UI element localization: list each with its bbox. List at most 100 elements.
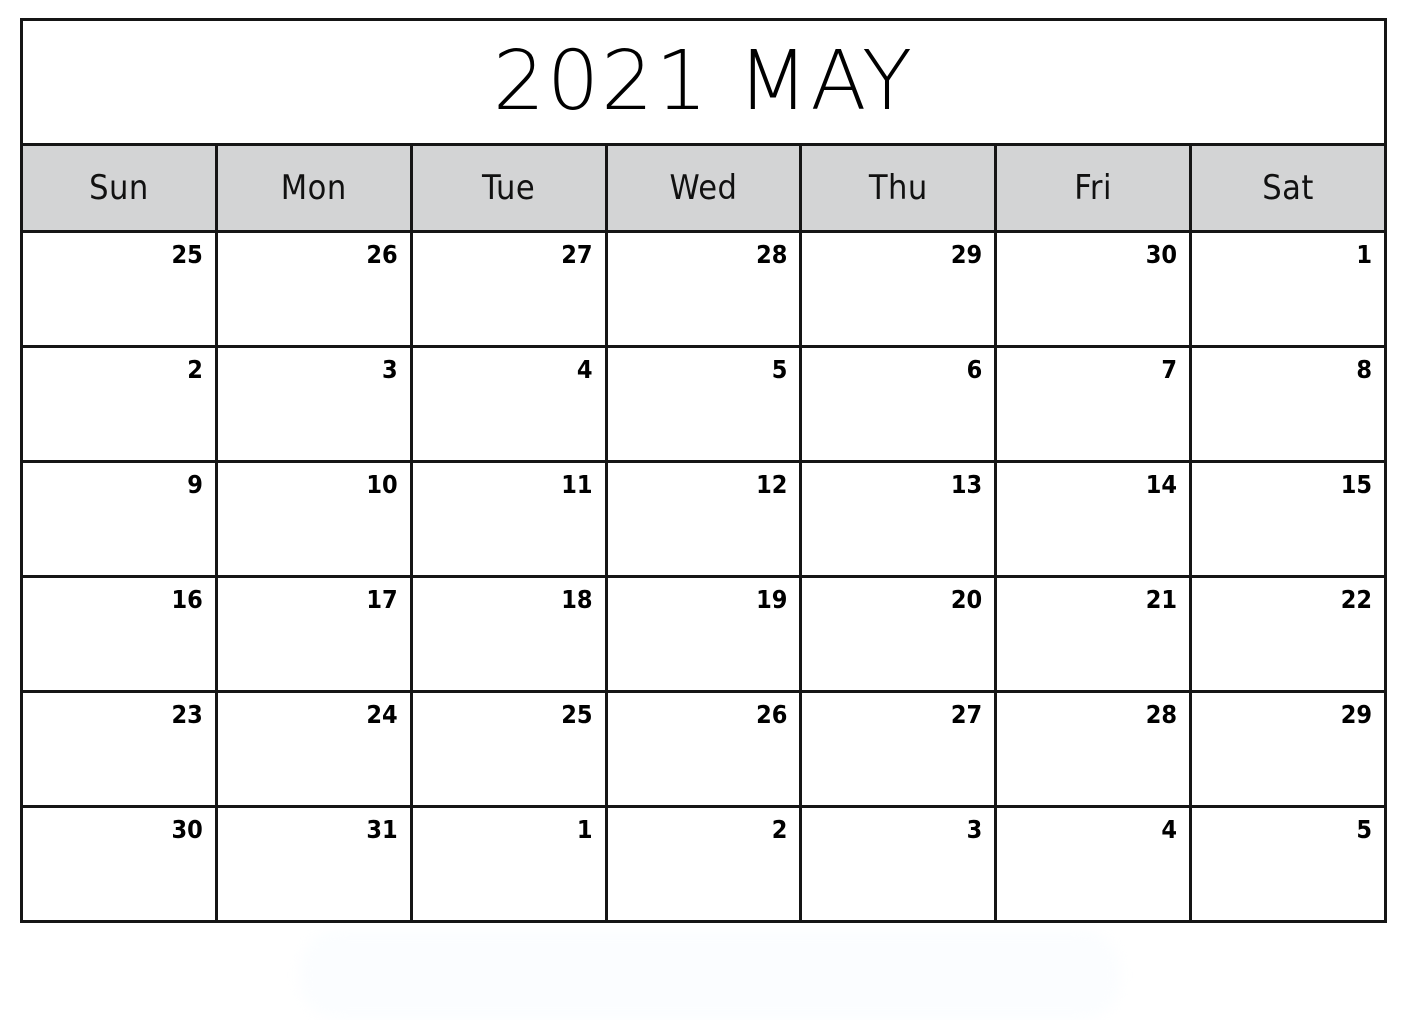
day-cell[interactable]: 26	[604, 690, 803, 808]
weekday-header-thu: Thu	[799, 143, 998, 233]
day-number: 7	[1161, 355, 1178, 384]
day-cell[interactable]: 22	[1189, 575, 1387, 693]
calendar-week-row: 16 17 18 19 20 21 22	[20, 575, 1387, 693]
day-cell[interactable]: 27	[409, 230, 608, 348]
day-number: 28	[756, 240, 788, 269]
day-number: 31	[366, 815, 398, 844]
day-cell[interactable]: 29	[1189, 690, 1387, 808]
day-number: 4	[576, 355, 593, 384]
day-number: 10	[366, 470, 398, 499]
page-title-cell: 2021 MAY	[21, 19, 1386, 146]
calendar-week-row: 25 26 27 28 29 30 1	[20, 230, 1387, 348]
day-number: 16	[171, 585, 203, 614]
day-number: 27	[950, 700, 983, 729]
day-number: 20	[950, 585, 983, 614]
day-number: 19	[756, 585, 788, 614]
day-number: 1	[1356, 240, 1372, 269]
day-number: 1	[576, 815, 593, 844]
weekday-header-sat: Sat	[1189, 143, 1387, 233]
day-cell[interactable]: 3	[799, 805, 998, 923]
weekday-header-sun: Sun	[20, 143, 218, 233]
day-number: 27	[561, 240, 593, 269]
weekday-header-tue: Tue	[409, 143, 608, 233]
calendar-week-row: 30 31 1 2 3 4 5	[20, 805, 1387, 923]
calendar-title-row: 2021 MAY	[21, 19, 1386, 146]
day-number: 25	[171, 240, 203, 269]
day-cell[interactable]: 23	[20, 690, 218, 808]
day-number: 29	[1340, 700, 1372, 729]
day-cell[interactable]: 21	[994, 575, 1193, 693]
day-cell[interactable]: 4	[994, 805, 1193, 923]
page-title: 2021 MAY	[492, 34, 915, 129]
day-number: 30	[171, 815, 203, 844]
day-cell[interactable]: 13	[799, 460, 998, 578]
day-cell[interactable]: 5	[604, 345, 803, 463]
day-cell[interactable]: 25	[409, 690, 608, 808]
day-number: 5	[1356, 815, 1372, 844]
day-cell[interactable]: 8	[1189, 345, 1387, 463]
day-cell[interactable]: 27	[799, 690, 998, 808]
day-cell[interactable]: 16	[20, 575, 218, 693]
day-number: 13	[950, 470, 983, 499]
day-cell[interactable]: 14	[994, 460, 1193, 578]
calendar-week-row: 9 10 11 12 13 14 15	[20, 460, 1387, 578]
day-cell[interactable]: 9	[20, 460, 218, 578]
day-cell[interactable]: 18	[409, 575, 608, 693]
weekday-header-fri: Fri	[994, 143, 1193, 233]
day-number: 29	[950, 240, 983, 269]
day-number: 3	[966, 815, 983, 844]
day-cell[interactable]: 2	[604, 805, 803, 923]
day-cell[interactable]: 25	[20, 230, 218, 348]
day-cell[interactable]: 19	[604, 575, 803, 693]
day-number: 22	[1340, 585, 1372, 614]
day-cell[interactable]: 26	[214, 230, 413, 348]
weekday-header-mon: Mon	[214, 143, 413, 233]
day-cell[interactable]: 1	[409, 805, 608, 923]
day-cell[interactable]: 15	[1189, 460, 1387, 578]
day-number: 9	[187, 470, 203, 499]
calendar-week-row: 23 24 25 26 27 28 29	[20, 690, 1387, 808]
day-number: 12	[756, 470, 788, 499]
day-number: 26	[366, 240, 398, 269]
day-number: 28	[1145, 700, 1178, 729]
day-number: 8	[1356, 355, 1372, 384]
day-number: 4	[1161, 815, 1178, 844]
day-number: 5	[771, 355, 788, 384]
day-cell[interactable]: 7	[994, 345, 1193, 463]
day-cell[interactable]: 30	[20, 805, 218, 923]
day-number: 3	[382, 355, 398, 384]
day-number: 23	[171, 700, 203, 729]
day-cell[interactable]: 4	[409, 345, 608, 463]
day-cell[interactable]: 30	[994, 230, 1193, 348]
day-number: 17	[366, 585, 398, 614]
day-number: 24	[366, 700, 398, 729]
day-cell[interactable]: 5	[1189, 805, 1387, 923]
day-cell[interactable]: 2	[20, 345, 218, 463]
day-number: 15	[1340, 470, 1372, 499]
day-cell[interactable]: 31	[214, 805, 413, 923]
month-calendar-table: 2021 MAY Sun Mon Tue Wed Thu Fri Sat 25 …	[20, 18, 1387, 923]
day-number: 6	[966, 355, 983, 384]
day-cell[interactable]: 29	[799, 230, 998, 348]
calendar-week-row: 2 3 4 5 6 7 8	[20, 345, 1387, 463]
day-cell[interactable]: 3	[214, 345, 413, 463]
watermark	[300, 930, 1120, 1020]
day-cell[interactable]: 28	[604, 230, 803, 348]
day-cell[interactable]: 24	[214, 690, 413, 808]
day-number: 2	[187, 355, 203, 384]
day-number: 21	[1145, 585, 1178, 614]
day-cell[interactable]: 10	[214, 460, 413, 578]
day-number: 14	[1145, 470, 1178, 499]
day-cell[interactable]: 6	[799, 345, 998, 463]
day-cell[interactable]: 28	[994, 690, 1193, 808]
day-number: 25	[561, 700, 593, 729]
day-cell[interactable]: 20	[799, 575, 998, 693]
day-cell[interactable]: 12	[604, 460, 803, 578]
day-cell[interactable]: 17	[214, 575, 413, 693]
day-number: 11	[561, 470, 593, 499]
weekday-header-wed: Wed	[604, 143, 803, 233]
day-number: 2	[771, 815, 788, 844]
day-number: 26	[756, 700, 788, 729]
day-cell[interactable]: 1	[1189, 230, 1387, 348]
day-cell[interactable]: 11	[409, 460, 608, 578]
